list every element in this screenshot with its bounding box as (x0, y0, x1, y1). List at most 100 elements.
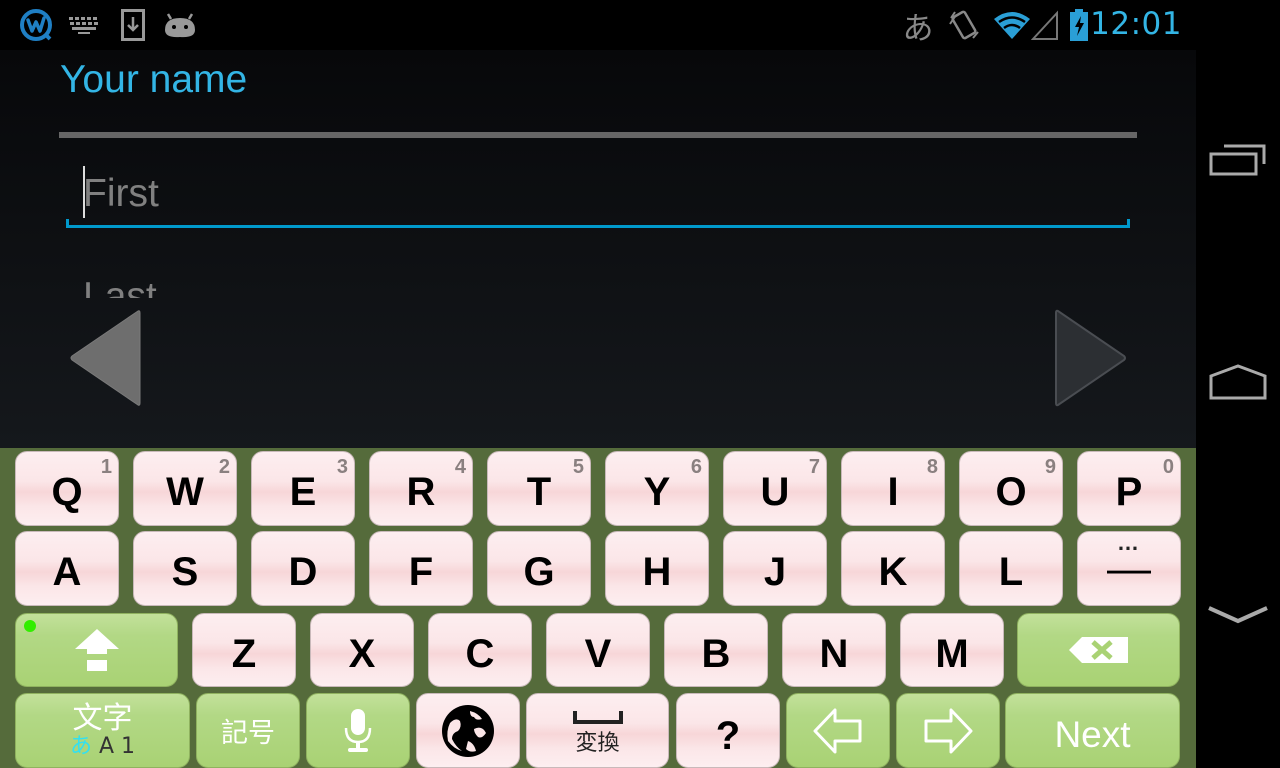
key-i[interactable]: I8 (841, 451, 945, 526)
cursor-right-key[interactable] (896, 693, 1000, 768)
next-field-button[interactable] (1052, 308, 1128, 408)
key-r[interactable]: R4 (369, 451, 473, 526)
key-l[interactable]: L (959, 531, 1063, 606)
key-q[interactable]: Q1 (15, 451, 119, 526)
key-d[interactable]: D (251, 531, 355, 606)
key-j[interactable]: J (723, 531, 827, 606)
battery-charging-icon (1068, 8, 1090, 42)
space-convert-key[interactable]: 変換 (526, 693, 669, 768)
symbol-key[interactable]: 記号 (196, 693, 300, 768)
key-hint: 6 (690, 456, 702, 478)
android-icon (162, 8, 198, 42)
key-e[interactable]: E3 (251, 451, 355, 526)
hide-keyboard-button[interactable] (1196, 600, 1280, 630)
navigation-bar (1196, 0, 1280, 768)
input-mode-key[interactable]: 文字 あ A 1 (15, 693, 190, 768)
cursor-left-key[interactable] (786, 693, 890, 768)
symbol-key-label: 記号 (221, 718, 275, 749)
mode-hiragana: あ (69, 733, 92, 759)
enter-next-key[interactable]: Next (1005, 693, 1180, 768)
key-hint: 1 (100, 456, 112, 478)
mode-key-sublabel: あ A 1 (69, 733, 135, 759)
recent-apps-button[interactable] (1196, 140, 1280, 180)
keyboard-icon (68, 8, 100, 42)
section-title: Your name (60, 58, 248, 101)
key-label: L (998, 550, 1024, 594)
key-label: D (288, 550, 318, 594)
key-k[interactable]: K (841, 531, 945, 606)
question-key[interactable]: ? (676, 693, 780, 768)
download-icon (120, 8, 146, 42)
key-m[interactable]: M (900, 613, 1004, 687)
key-x[interactable]: X (310, 613, 414, 687)
backspace-key[interactable] (1017, 613, 1180, 687)
key-h[interactable]: H (605, 531, 709, 606)
key-g[interactable]: G (487, 531, 591, 606)
key-label: G (523, 550, 555, 594)
arrow-right-icon (1055, 309, 1126, 407)
key-u[interactable]: U7 (723, 451, 827, 526)
chevron-down-icon (1208, 606, 1268, 624)
arrow-left-outline-icon (813, 708, 862, 753)
key-label: Y (643, 470, 671, 514)
last-name-field[interactable]: Last (66, 268, 1130, 298)
wifi-icon (992, 8, 1032, 42)
backspace-icon (1068, 637, 1128, 663)
previous-field-button[interactable] (68, 308, 144, 408)
key-hint: 3 (336, 456, 348, 478)
key-label: P (1115, 470, 1143, 514)
field-underline-tick-right (1127, 219, 1130, 228)
key-w[interactable]: W2 (133, 451, 237, 526)
convert-label: 変換 (575, 730, 620, 756)
ime-hiragana-icon: あ (902, 10, 934, 47)
key-z[interactable]: Z (192, 613, 296, 687)
voice-input-key[interactable] (306, 693, 410, 768)
home-button[interactable] (1196, 362, 1280, 402)
key-a[interactable]: A (15, 531, 119, 606)
key-label: F (408, 550, 434, 594)
clock: 12:01 (1090, 6, 1182, 42)
key-label: B (701, 631, 731, 676)
title-divider (59, 132, 1137, 138)
signal-icon (1030, 8, 1060, 42)
microphone-icon (344, 708, 372, 752)
enter-key-label: Next (1054, 713, 1131, 755)
key-t[interactable]: T5 (487, 451, 591, 526)
first-name-placeholder: First (83, 172, 159, 215)
key-label: T (526, 470, 552, 514)
key-hint: 5 (572, 456, 584, 478)
first-name-field[interactable]: First (66, 160, 1130, 228)
key-hint: 8 (926, 456, 938, 478)
field-underline-tick-left (66, 219, 69, 228)
key-c[interactable]: C (428, 613, 532, 687)
key-label: W (166, 470, 204, 514)
key-s[interactable]: S (133, 531, 237, 606)
shift-arrow-icon (74, 629, 119, 671)
key-o[interactable]: O9 (959, 451, 1063, 526)
key-hint: … (1117, 530, 1141, 555)
shift-key[interactable] (15, 613, 178, 687)
key-label: V (584, 631, 612, 676)
key-b[interactable]: B (664, 613, 768, 687)
key-f[interactable]: F (369, 531, 473, 606)
key-label: A (52, 550, 82, 594)
key-label: R (406, 470, 436, 514)
soft-keyboard: 文字 あ A 1 記号 変換 ? Next Q1W2E3R4T5Y6U7I8O9… (0, 448, 1196, 768)
space-bar-icon (572, 710, 623, 724)
key-hint: 9 (1044, 456, 1056, 478)
key-label: N (819, 631, 849, 676)
language-key[interactable] (416, 693, 520, 768)
key-label: J (763, 550, 787, 594)
name-form: Your name First Last (0, 50, 1196, 448)
key-y[interactable]: Y6 (605, 451, 709, 526)
key-p[interactable]: P0 (1077, 451, 1181, 526)
key-dash[interactable]: —… (1077, 530, 1181, 606)
key-hint: 0 (1162, 456, 1174, 478)
key-n[interactable]: N (782, 613, 886, 687)
recent-apps-icon (1209, 144, 1266, 176)
shift-indicator-dot (24, 620, 36, 632)
home-icon (1209, 364, 1267, 400)
key-v[interactable]: V (546, 613, 650, 687)
key-hint: 2 (218, 456, 230, 478)
key-hint: 7 (808, 456, 820, 478)
